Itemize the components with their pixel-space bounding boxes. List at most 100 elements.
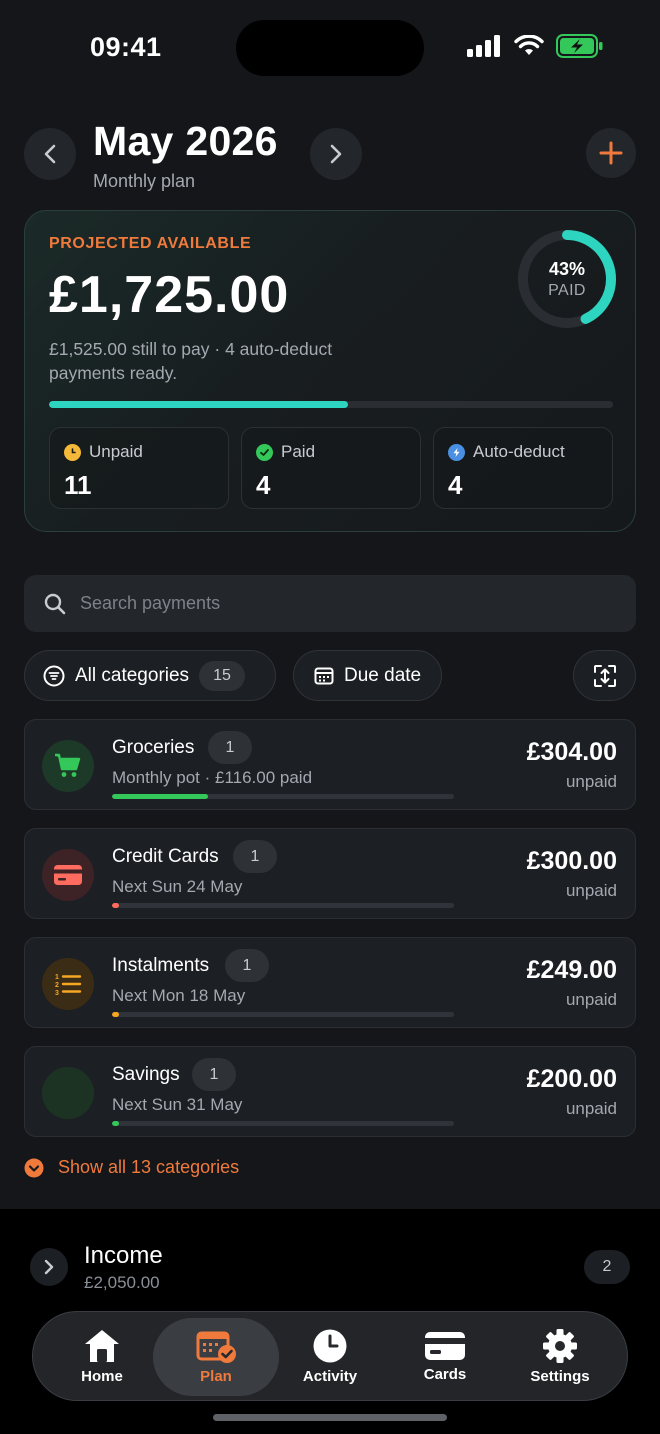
status-time: 09:41	[90, 32, 162, 62]
category-status: unpaid	[565, 990, 617, 1009]
svg-text:3: 3	[55, 990, 59, 996]
category-name: Groceries	[112, 737, 195, 758]
category-row-credit-cards[interactable]: Credit Cards 1 Next Sun 24 May £300.00 u…	[24, 828, 636, 919]
stat-auto-deduct-label: Auto-deduct	[473, 442, 565, 461]
category-amount: £304.00	[526, 738, 617, 766]
stat-paid[interactable]: Paid 4	[241, 427, 421, 509]
plus-icon	[599, 141, 623, 165]
page-title: May 2026	[93, 118, 278, 164]
category-status: unpaid	[565, 772, 617, 791]
income-count-badge: 2	[584, 1250, 630, 1284]
income-expand-button[interactable]	[30, 1248, 68, 1286]
category-count: 1	[208, 731, 252, 764]
category-progress-fill	[112, 1121, 119, 1126]
category-status: unpaid	[565, 881, 617, 900]
stat-unpaid-value: 11	[64, 470, 92, 500]
tab-settings[interactable]: Settings	[503, 1312, 617, 1400]
tab-cards[interactable]: Cards	[388, 1312, 502, 1400]
summary-card: PROJECTED AVAILABLE £1,725.00 £1,525.00 …	[24, 210, 636, 532]
category-progress	[112, 903, 454, 908]
category-subtitle: Monthly pot · £116.00 paid	[112, 768, 313, 787]
summary-progress-fill	[49, 401, 348, 408]
list-icon: 1 2 3	[42, 958, 94, 1010]
chevron-down-circle-icon	[24, 1158, 44, 1177]
lightning-icon	[448, 443, 465, 461]
search-bar[interactable]	[24, 575, 636, 632]
page-subtitle: Monthly plan	[93, 171, 196, 191]
category-subtitle: Next Sun 31 May	[112, 1095, 243, 1114]
dynamic-island	[236, 20, 424, 76]
tab-home[interactable]: Home	[45, 1312, 159, 1400]
stat-auto-deduct[interactable]: Auto-deduct 4	[433, 427, 613, 509]
status-icons	[466, 34, 604, 58]
projected-amount: £1,725.00	[49, 266, 290, 324]
clock-icon	[64, 443, 81, 461]
category-progress-fill	[112, 794, 208, 799]
sort-label: Due date	[344, 664, 422, 686]
tab-activity-label: Activity	[302, 1367, 358, 1385]
chevron-right-icon	[330, 144, 342, 164]
category-progress	[112, 794, 454, 799]
filter-icon	[43, 665, 65, 686]
category-subtitle: Next Sun 24 May	[112, 877, 243, 896]
summary-progress-bar	[49, 401, 613, 408]
show-all-categories-button[interactable]: Show all 13 categories	[24, 1157, 239, 1178]
category-amount: £300.00	[526, 847, 617, 875]
category-count: 1	[233, 840, 277, 873]
tab-activity[interactable]: Activity	[273, 1312, 387, 1400]
projected-label: PROJECTED AVAILABLE	[49, 235, 252, 252]
search-icon	[44, 593, 66, 614]
category-filter-label: All categories	[75, 664, 190, 686]
stat-paid-value: 4	[256, 470, 271, 500]
stat-auto-deduct-value: 4	[448, 470, 463, 500]
calendar-icon	[314, 667, 334, 684]
category-name: Savings	[112, 1064, 180, 1085]
category-count: 1	[192, 1058, 236, 1091]
paid-label: PAID	[548, 282, 586, 299]
calendar-check-icon	[196, 1331, 236, 1363]
category-name: Credit Cards	[112, 846, 219, 867]
tab-home-label: Home	[81, 1367, 123, 1385]
svg-text:2: 2	[55, 982, 59, 989]
tab-plan-label: Plan	[200, 1367, 232, 1385]
category-progress-fill	[112, 903, 119, 908]
credit-card-icon	[42, 849, 94, 901]
income-amount: £2,050.00	[84, 1273, 160, 1292]
add-payment-button[interactable]	[586, 128, 636, 178]
tab-plan[interactable]: Plan	[159, 1312, 273, 1400]
svg-text:1: 1	[55, 974, 59, 981]
show-all-label: Show all 13 categories	[58, 1157, 240, 1177]
stat-unpaid-label: Unpaid	[89, 442, 143, 461]
sort-due-date-button[interactable]: Due date	[293, 650, 442, 701]
savings-icon	[42, 1067, 94, 1119]
stat-unpaid[interactable]: Unpaid 11	[49, 427, 229, 509]
category-progress-fill	[112, 1012, 119, 1017]
chevron-left-icon	[44, 144, 56, 164]
category-count: 1	[225, 949, 269, 982]
cart-icon	[42, 740, 94, 792]
category-row-savings[interactable]: Savings 1 Next Sun 31 May £200.00 unpaid	[24, 1046, 636, 1137]
category-row-groceries[interactable]: Groceries 1 Monthly pot · £116.00 paid £…	[24, 719, 636, 810]
prev-month-button[interactable]	[24, 128, 76, 180]
category-amount: £200.00	[526, 1065, 617, 1093]
wifi-icon	[514, 35, 544, 55]
category-name: Instalments	[112, 955, 210, 976]
clock-icon	[313, 1329, 347, 1362]
projected-note: £1,525.00 still to pay · 4 auto-deduct p…	[49, 339, 333, 383]
card-icon	[425, 1331, 465, 1360]
battery-charging-icon	[556, 34, 603, 58]
next-month-button[interactable]	[310, 128, 362, 180]
category-amount: £249.00	[526, 956, 617, 984]
category-progress	[112, 1012, 454, 1017]
category-progress	[112, 1121, 454, 1126]
signal-icon	[467, 35, 500, 57]
category-row-instalments[interactable]: 1 2 3 Instalments 1 Next Mon 18 May £249…	[24, 937, 636, 1028]
tab-cards-label: Cards	[423, 1365, 467, 1383]
gear-icon	[543, 1328, 577, 1363]
search-input[interactable]	[80, 593, 600, 614]
stat-paid-label: Paid	[281, 442, 316, 461]
income-title: Income	[84, 1242, 163, 1269]
category-count-badge: 15	[199, 660, 245, 691]
expand-button[interactable]	[573, 650, 636, 701]
category-filter-button[interactable]: All categories 15	[24, 650, 276, 701]
